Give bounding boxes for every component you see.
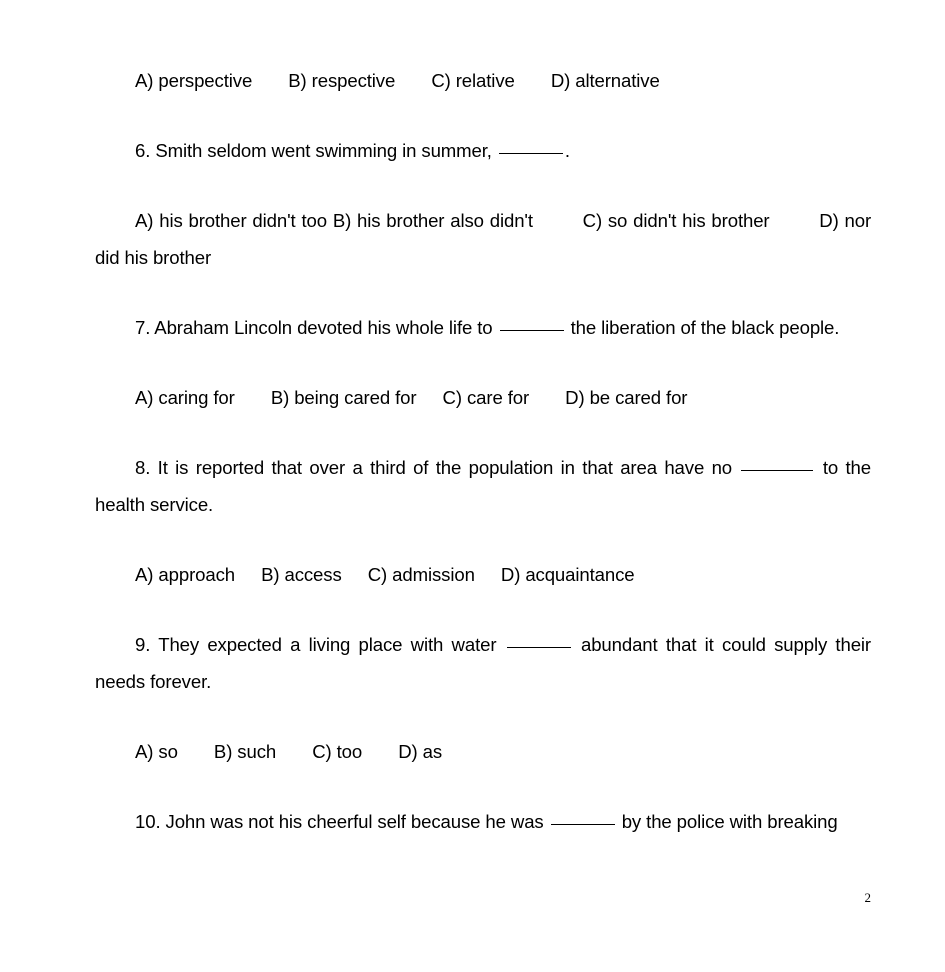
question-8-stem: 8. It is reported that over a third of t… bbox=[95, 449, 871, 523]
question-10-text-after-blank: by the police with breaking bbox=[621, 811, 838, 832]
option-c: C) so didn't his brother bbox=[582, 210, 770, 231]
option-d: D) acquaintance bbox=[500, 564, 635, 585]
question-9-stem: 9. They expected a living place with wat… bbox=[95, 626, 871, 700]
question-8-text-before-blank: 8. It is reported that over a third of t… bbox=[135, 457, 733, 478]
question-6-text-before-blank: 6. Smith seldom went swimming in summer, bbox=[135, 140, 492, 161]
question-10-text-before-blank: 10. John was not his cheerful self becau… bbox=[135, 811, 544, 832]
question-6-options: A) his brother didn't too B) his brother… bbox=[95, 202, 871, 276]
question-9-text-before-blank: 9. They expected a living place with wat… bbox=[135, 634, 497, 655]
option-b: B) respective bbox=[288, 70, 396, 91]
question-7-text-before-blank: 7. Abraham Lincoln devoted his whole lif… bbox=[135, 317, 493, 338]
question-6-text-after-blank: . bbox=[564, 140, 570, 161]
option-b: B) such bbox=[213, 741, 277, 762]
question-6-stem: 6. Smith seldom went swimming in summer,… bbox=[95, 132, 871, 169]
question-10-blank bbox=[550, 824, 615, 825]
option-c: C) care for bbox=[442, 387, 530, 408]
question-8-blank bbox=[741, 470, 814, 471]
question-10-stem: 10. John was not his cheerful self becau… bbox=[95, 803, 871, 840]
question-7-blank bbox=[499, 330, 564, 331]
option-b: B) being cared for bbox=[270, 387, 417, 408]
question-9-options: A) so B) such C) too D) as bbox=[95, 733, 871, 770]
question-7-options: A) caring for B) being cared for C) care… bbox=[95, 379, 871, 416]
question-8-options: A) approach B) access C) admission D) ac… bbox=[95, 556, 871, 593]
page-body: A) perspective B) respective C) relative… bbox=[95, 62, 871, 840]
question-7-stem: 7. Abraham Lincoln devoted his whole lif… bbox=[95, 309, 871, 346]
option-c: C) relative bbox=[431, 70, 515, 91]
option-a: A) perspective bbox=[135, 70, 253, 91]
option-b: B) access bbox=[261, 564, 342, 585]
option-c: C) too bbox=[312, 741, 363, 762]
option-a: A) caring for bbox=[135, 387, 235, 408]
document-page: A) perspective B) respective C) relative… bbox=[0, 0, 945, 972]
question-5-options: A) perspective B) respective C) relative… bbox=[95, 62, 871, 99]
option-d: D) as bbox=[398, 741, 443, 762]
option-c: C) admission bbox=[367, 564, 475, 585]
question-7-text-after-blank: the liberation of the black people. bbox=[570, 317, 840, 338]
option-a: A) his brother didn't too bbox=[135, 210, 327, 231]
option-a: A) approach bbox=[135, 564, 235, 585]
option-a: A) so bbox=[135, 741, 178, 762]
option-b: B) his brother also didn't bbox=[332, 210, 533, 231]
option-d: D) alternative bbox=[550, 70, 660, 91]
question-6-blank bbox=[498, 153, 563, 154]
question-9-blank bbox=[506, 647, 571, 648]
option-d: D) be cared for bbox=[565, 387, 688, 408]
page-number: 2 bbox=[864, 890, 872, 905]
